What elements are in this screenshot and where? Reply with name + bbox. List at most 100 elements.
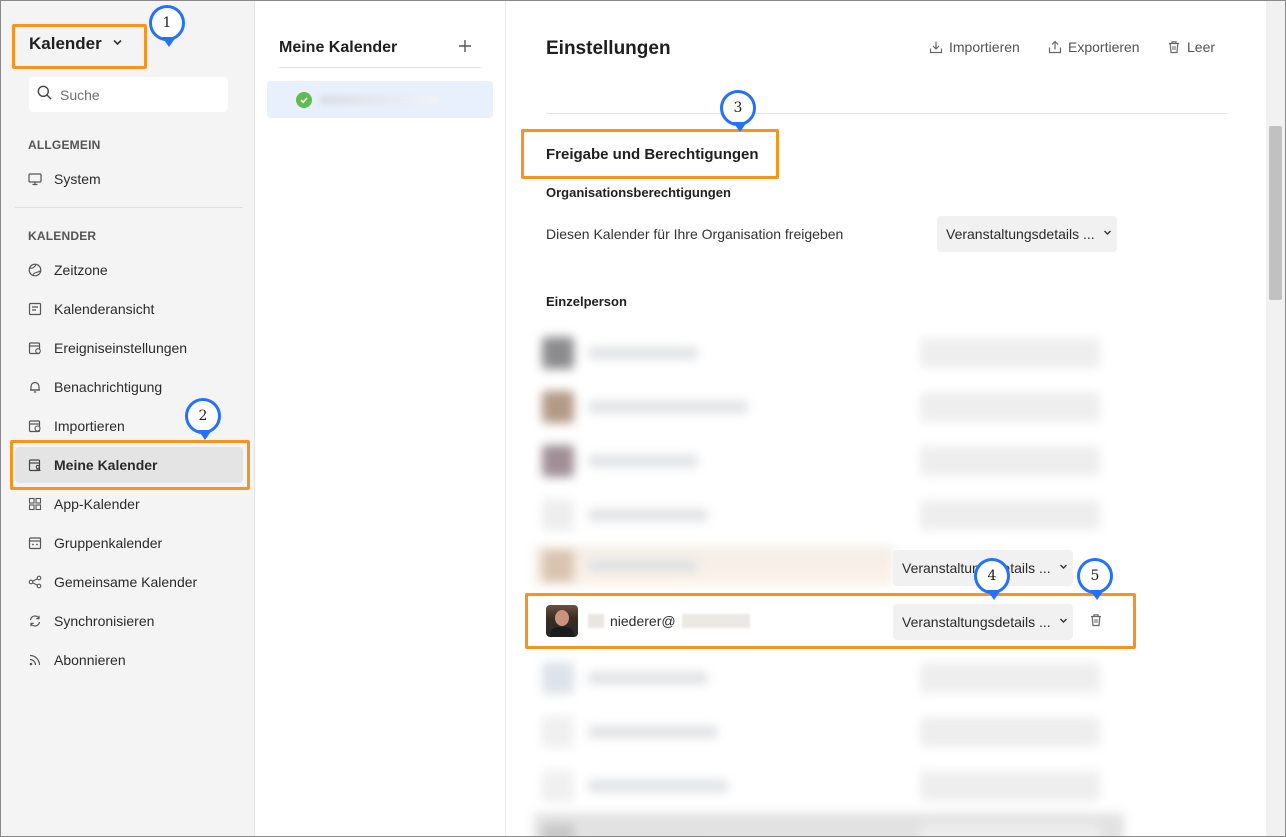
share-icon: [28, 575, 42, 589]
sidebar-item-label: Synchronisieren: [54, 613, 155, 629]
app-window: Kalender ALLGEMEIN System KALENDER Zeitz…: [0, 0, 1286, 837]
sidebar-item-label: Gemeinsame Kalender: [54, 574, 198, 590]
section-label-calendar: KALENDER: [28, 229, 97, 243]
upload-icon: [1048, 40, 1062, 54]
sidebar-item-label: App-Kalender: [54, 496, 140, 512]
redacted-person-list: [534, 651, 1124, 836]
remove-person-button[interactable]: [1089, 613, 1105, 629]
sidebar-item-label: Abonnieren: [54, 652, 126, 668]
sharing-section-title: Freigabe und Berechtigungen: [546, 146, 759, 163]
app-switcher[interactable]: Kalender: [29, 34, 123, 54]
redacted-text: [588, 614, 604, 628]
sidebar-item-app-calendars[interactable]: App-Kalender: [15, 486, 243, 522]
import-label: Importieren: [949, 39, 1020, 55]
check-icon: [296, 91, 312, 108]
sidebar-divider: [15, 207, 243, 208]
list-item: [534, 759, 1124, 813]
sidebar-item-timezone[interactable]: Zeitzone: [15, 252, 243, 288]
empty-button[interactable]: Leer: [1167, 39, 1215, 55]
divider: [546, 113, 1227, 114]
my-calendar-icon: [28, 459, 41, 472]
apps-icon: [28, 497, 42, 511]
sidebar-item-event-settings[interactable]: Ereigniseinstellungen: [15, 330, 243, 366]
org-share-label: Diesen Kalender für Ihre Organisation fr…: [546, 226, 844, 242]
import-icon: [28, 420, 41, 433]
sidebar-item-shared-calendars[interactable]: Gemeinsame Kalender: [15, 564, 243, 600]
permission-select[interactable]: Veranstaltungsdetails ...: [893, 604, 1073, 640]
monitor-icon: [28, 173, 42, 186]
callout-marker-3: 3: [720, 90, 756, 132]
org-permission-select[interactable]: Veranstaltungsdetails ...: [937, 216, 1117, 252]
person-row: niederer@: [546, 603, 750, 639]
sidebar-item-group-calendars[interactable]: Gruppenkalender: [15, 525, 243, 561]
search-box[interactable]: [29, 77, 228, 112]
empty-label: Leer: [1187, 39, 1216, 55]
callout-marker-1: 1: [149, 5, 185, 47]
add-calendar-button[interactable]: [458, 37, 472, 57]
select-value: Veranstaltungsdetails ...: [902, 614, 1051, 630]
plus-icon: [459, 40, 471, 52]
person-email: niederer@: [610, 613, 676, 629]
chevron-down-icon: [1103, 228, 1112, 240]
list-item: [534, 651, 1124, 705]
sync-icon: [29, 615, 41, 627]
redacted-text: [681, 614, 750, 628]
export-label: Exportieren: [1068, 39, 1140, 55]
event-settings-icon: [28, 342, 41, 355]
settings-pane: Einstellungen Importieren Exportieren Le…: [506, 1, 1266, 836]
import-button[interactable]: Importieren: [929, 39, 1020, 55]
search-input[interactable]: [60, 86, 210, 103]
select-value: Veranstaltungsdetails ...: [946, 226, 1095, 242]
chevron-down-icon: [1059, 616, 1068, 628]
download-icon: [929, 41, 943, 54]
list-item: [534, 546, 894, 586]
sidebar-item-sync[interactable]: Synchronisieren: [15, 603, 243, 639]
sidebar-item-label: Meine Kalender: [54, 457, 158, 473]
chevron-down-icon: [1059, 562, 1068, 574]
calendar-list-panel: Meine Kalender: [255, 1, 506, 836]
calendar-list-item[interactable]: [267, 81, 493, 118]
sidebar-item-label: Gruppenkalender: [54, 535, 163, 551]
calendar-list-title: Meine Kalender: [279, 39, 398, 56]
bell-icon: [30, 381, 40, 393]
org-permissions-title: Organisationsberechtigungen: [546, 185, 731, 200]
sidebar-item-subscribe[interactable]: Abonnieren: [15, 642, 243, 678]
sidebar-item-system[interactable]: System: [15, 161, 243, 197]
sidebar-item-label: System: [54, 171, 101, 187]
list-item: [534, 326, 1124, 380]
sidebar-item-calendar-view[interactable]: Kalenderansicht: [15, 291, 243, 327]
redacted-person-row: [534, 546, 894, 586]
sidebar-item-label: Ereigniseinstellungen: [54, 340, 188, 356]
sidebar-item-label: Zeitzone: [54, 262, 108, 278]
avatar: [546, 605, 578, 637]
callout-marker-4: 4: [974, 558, 1010, 600]
callout-marker-2: 2: [185, 398, 221, 440]
trash-icon: [1091, 614, 1101, 627]
scrollbar-thumb[interactable]: [1269, 126, 1282, 300]
list-item: [534, 434, 1124, 488]
divider: [279, 67, 481, 68]
individual-title: Einzelperson: [546, 294, 627, 309]
sidebar-item-label: Benachrichtigung: [54, 379, 163, 395]
search-icon: [37, 85, 52, 105]
list-item: [534, 813, 1124, 836]
sidebar-item-label: Importieren: [54, 418, 125, 434]
list-item: [534, 488, 1124, 542]
page-title: Einstellungen: [546, 38, 671, 59]
rss-icon: [29, 654, 41, 666]
calendar-name-redacted: [320, 94, 440, 105]
globe-icon: [28, 263, 42, 277]
trash-icon: [1169, 41, 1179, 54]
section-label-general: ALLGEMEIN: [28, 138, 101, 152]
group-calendar-icon: [28, 537, 42, 550]
list-item: [534, 380, 1124, 434]
app-title: Kalender: [29, 34, 102, 53]
sidebar-item-my-calendars[interactable]: Meine Kalender: [15, 447, 243, 483]
redacted-person-list: [534, 326, 1124, 542]
list-item: [534, 705, 1124, 759]
calendar-view-icon: [28, 302, 42, 316]
sidebar-item-label: Kalenderansicht: [54, 301, 155, 317]
chevron-down-icon: [112, 37, 123, 51]
callout-marker-5: 5: [1077, 558, 1113, 600]
export-button[interactable]: Exportieren: [1048, 39, 1140, 55]
